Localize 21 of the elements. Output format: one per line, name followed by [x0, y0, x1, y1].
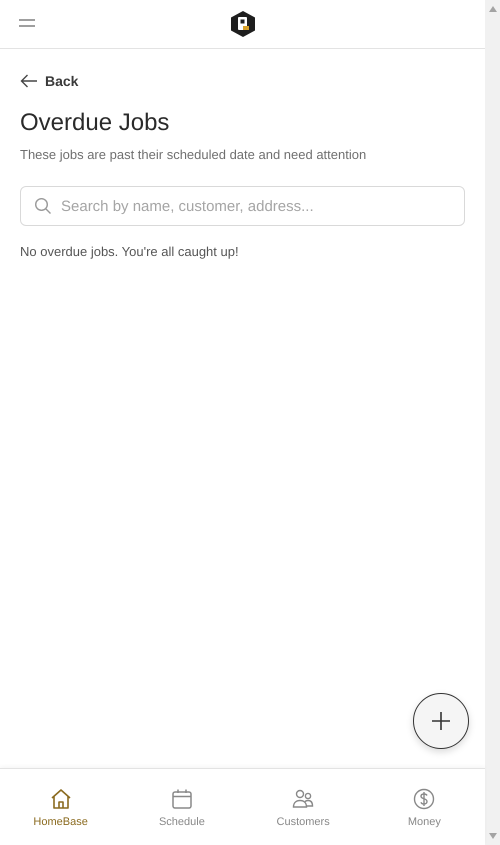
nav-tab[interactable]: Schedule	[121, 769, 242, 845]
back-link[interactable]: Back	[20, 73, 78, 89]
house-icon	[48, 786, 73, 810]
nav-tab[interactable]: Money	[364, 769, 485, 845]
arrow-left-icon	[20, 74, 38, 88]
search-field[interactable]: Search by name, customer, address...	[20, 186, 465, 226]
nav-tab[interactable]: Customers	[242, 769, 364, 845]
search-icon	[34, 197, 52, 215]
calendar-icon	[170, 786, 194, 810]
add-button[interactable]	[413, 693, 469, 749]
page-subtitle: These jobs are past their scheduled date and need attention	[20, 147, 368, 162]
page-title: Overdue Jobs	[20, 109, 170, 137]
scroll-down-icon[interactable]	[488, 833, 496, 839]
logo-icon	[228, 10, 256, 38]
menu-icon	[18, 18, 36, 28]
plus-icon	[431, 711, 451, 731]
nav-tab[interactable]: HomeBase	[0, 769, 122, 845]
scroll-up-icon[interactable]	[488, 6, 496, 12]
empty-message: No overdue jobs. You're all caught up!	[20, 244, 240, 259]
dollar-icon	[412, 786, 436, 810]
scrollbar[interactable]	[485, 0, 500, 845]
